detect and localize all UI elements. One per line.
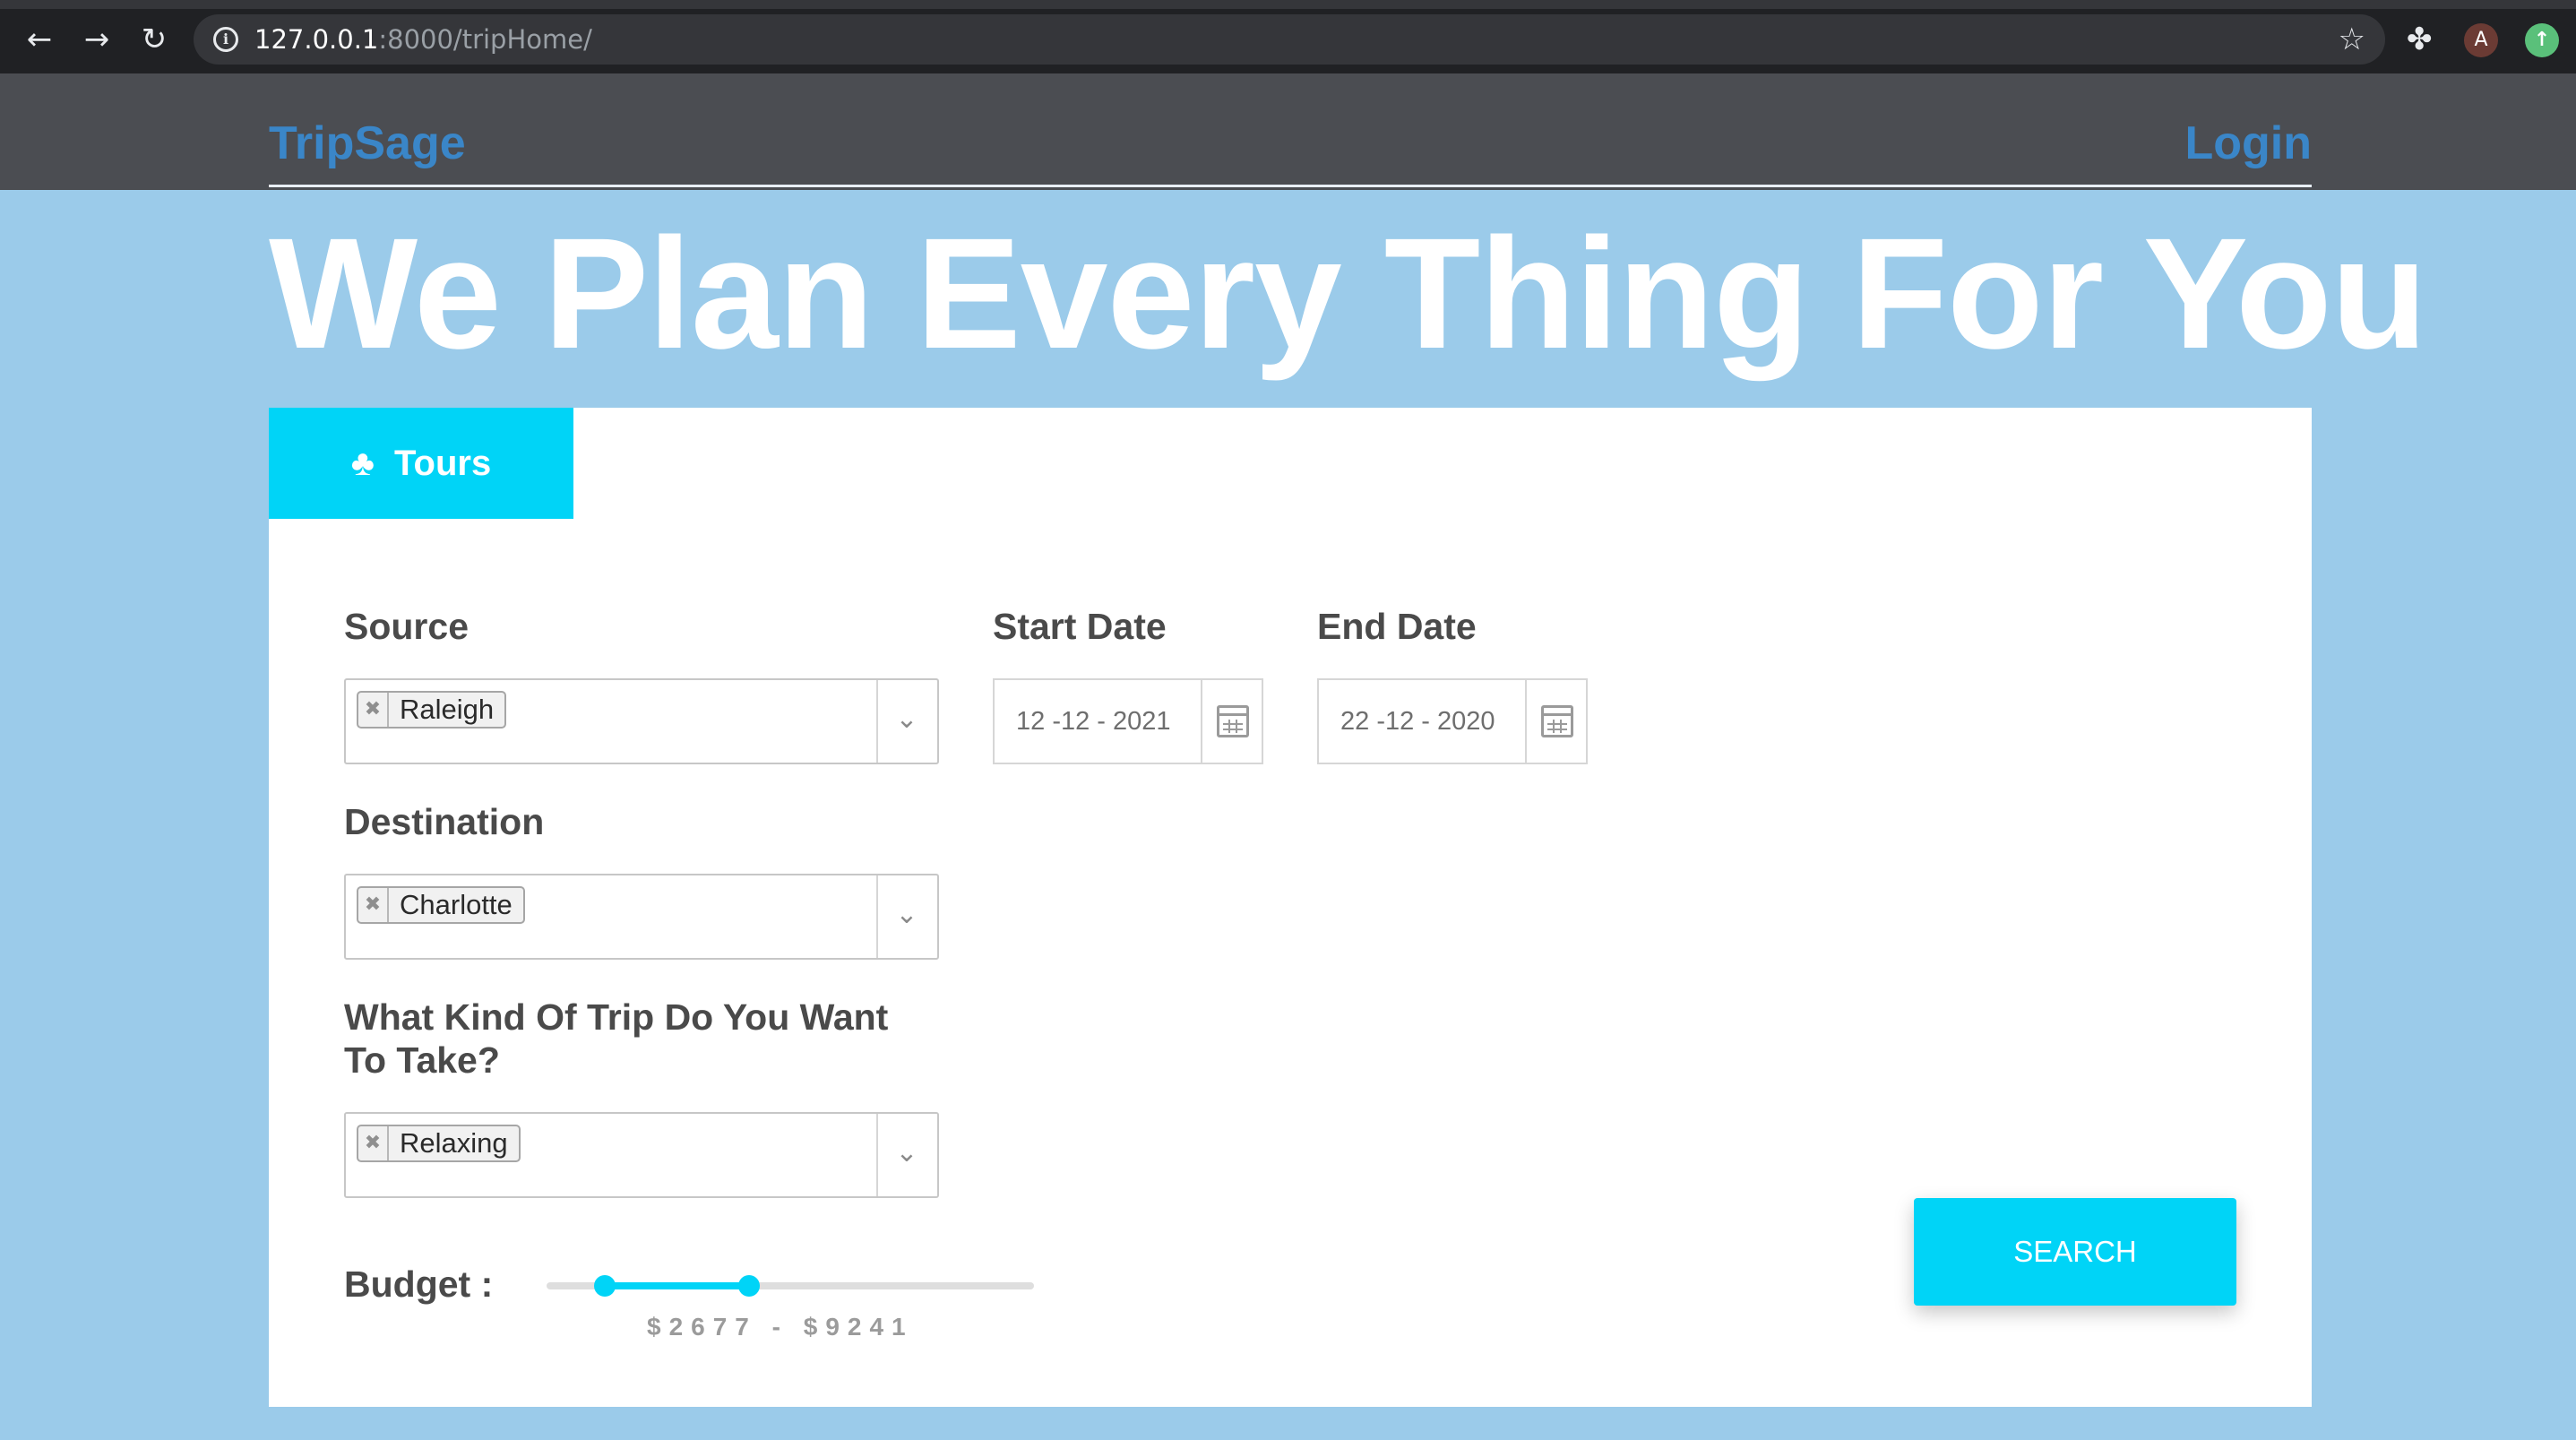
trip-type-chip: ✖ Relaxing [357, 1125, 521, 1162]
remove-chip-icon[interactable]: ✖ [358, 888, 389, 922]
tab-tours-label: Tours [394, 444, 492, 483]
chevron-down-icon[interactable]: ⌄ [892, 897, 921, 933]
destination-chip-text: Charlotte [400, 889, 513, 920]
select-divider [876, 1114, 878, 1196]
search-card: ♣ Tours Source ✖ Raleigh ⌄ Destination ✖ … [269, 408, 2312, 1407]
brand-logo-link[interactable]: TripSage [269, 116, 466, 170]
site-header: TripSage Login [0, 73, 2576, 190]
url-path: :8000/tripHome/ [378, 24, 592, 55]
end-date-value: 22 -12 - 2020 [1340, 707, 1495, 736]
budget-label: Budget : [344, 1263, 494, 1305]
source-label: Source [344, 606, 469, 647]
start-date-field[interactable]: 12 -12 - 2021 [993, 678, 1263, 764]
destination-label: Destination [344, 801, 545, 842]
calendar-icon [1541, 705, 1573, 737]
trip-type-label-line1: What Kind Of Trip Do You Want [344, 996, 889, 1038]
profile-avatar[interactable]: A [2464, 23, 2498, 57]
source-chip: ✖ Raleigh [357, 691, 507, 729]
trip-type-select[interactable]: ✖ Relaxing ⌄ [344, 1112, 939, 1198]
calendar-icon [1217, 705, 1249, 737]
login-link[interactable]: Login [2184, 116, 2312, 170]
url-host: 127.0.0.1 [254, 24, 379, 55]
address-bar[interactable]: i 127.0.0.1:8000/tripHome/ ☆ [194, 14, 2385, 65]
end-date-label: End Date [1317, 606, 1477, 647]
browser-toolbar: ← → ↻ i 127.0.0.1:8000/tripHome/ ☆ ✤ A ↑ [0, 0, 2576, 73]
hero-title: We Plan Every Thing For You [269, 206, 2427, 382]
chevron-down-icon[interactable]: ⌄ [892, 1135, 921, 1171]
start-date-label: Start Date [993, 606, 1167, 647]
source-chip-text: Raleigh [400, 694, 495, 725]
search-button[interactable]: SEARCH [1914, 1198, 2236, 1306]
puzzle-icon[interactable]: ✤ [2407, 20, 2433, 59]
start-date-value: 12 -12 - 2021 [1016, 707, 1171, 736]
remove-chip-icon[interactable]: ✖ [358, 693, 389, 727]
budget-range-text: $2677 - $9241 [647, 1313, 914, 1341]
trip-type-label-line2: To Take? [344, 1039, 500, 1081]
select-divider [876, 875, 878, 958]
back-arrow-icon[interactable]: ← [20, 20, 59, 59]
end-date-field[interactable]: 22 -12 - 2020 [1317, 678, 1588, 764]
budget-slider-range [605, 1282, 749, 1289]
budget-max-handle[interactable] [737, 1275, 760, 1297]
end-date-calendar-button[interactable] [1525, 680, 1586, 763]
update-arrow-icon[interactable]: ↑ [2525, 23, 2559, 57]
tab-tours[interactable]: ♣ Tours [269, 408, 573, 519]
start-date-calendar-button[interactable] [1201, 680, 1262, 763]
forward-arrow-icon[interactable]: → [77, 20, 116, 59]
source-select[interactable]: ✖ Raleigh ⌄ [344, 678, 939, 764]
chevron-down-icon[interactable]: ⌄ [892, 702, 921, 737]
url-text[interactable]: 127.0.0.1:8000/tripHome/ [254, 23, 592, 56]
remove-chip-icon[interactable]: ✖ [358, 1126, 389, 1160]
star-icon[interactable]: ☆ [2339, 22, 2365, 57]
destination-select[interactable]: ✖ Charlotte ⌄ [344, 874, 939, 960]
tree-icon: ♣ [350, 444, 375, 483]
reload-icon[interactable]: ↻ [134, 20, 174, 59]
tab-strip [0, 0, 2576, 9]
trip-type-chip-text: Relaxing [400, 1127, 508, 1159]
info-icon[interactable]: i [213, 27, 238, 52]
budget-min-handle[interactable] [594, 1275, 616, 1297]
select-divider [876, 680, 878, 763]
header-divider [269, 185, 2312, 187]
destination-chip: ✖ Charlotte [357, 886, 525, 924]
